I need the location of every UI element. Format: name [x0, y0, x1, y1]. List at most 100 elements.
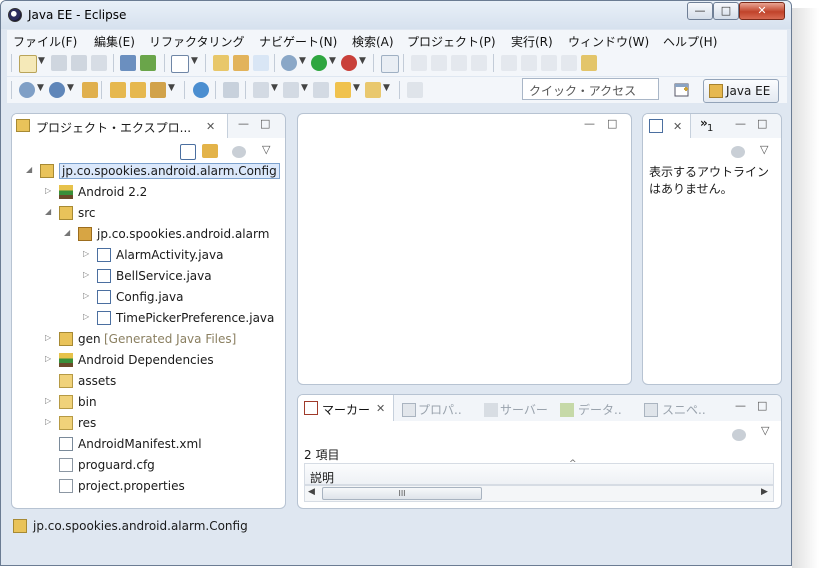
- close-tab-icon[interactable]: ✕: [206, 120, 215, 133]
- new-server-icon[interactable]: [19, 82, 35, 98]
- new-web-service-icon[interactable]: [49, 82, 65, 98]
- view-menu-dots-icon[interactable]: [731, 146, 745, 158]
- publish-icon[interactable]: [120, 55, 136, 71]
- maximize-panel-icon[interactable]: □: [260, 117, 270, 130]
- forward-dropdown-icon[interactable]: ▼: [383, 83, 390, 93]
- search-dropdown-icon[interactable]: ▼: [168, 83, 175, 93]
- external-tools-dropdown-icon[interactable]: ▼: [359, 56, 366, 66]
- step-return-icon[interactable]: [541, 55, 557, 71]
- tree-item[interactable]: ◢ jp.co.spookies.android.alarm: [12, 225, 285, 245]
- tab-snippets[interactable]: スニペ..: [662, 401, 706, 418]
- open-type-icon[interactable]: [82, 82, 98, 98]
- menu-edit[interactable]: 編集(E): [94, 33, 135, 50]
- tree-item[interactable]: ▷ bin: [12, 393, 285, 413]
- tree-collapsed-icon[interactable]: ▷: [83, 291, 89, 300]
- new-server-dropdown-icon[interactable]: ▼: [37, 83, 44, 93]
- view-menu-chevron-icon[interactable]: ▽: [262, 143, 270, 156]
- menu-refactor[interactable]: リファクタリング: [149, 33, 245, 50]
- minimize-button[interactable]: —: [687, 2, 713, 20]
- editor-area[interactable]: — □: [297, 113, 632, 385]
- markers-table-header[interactable]: 説明 ^: [304, 459, 774, 485]
- suspend-icon[interactable]: [431, 55, 447, 71]
- resume-icon[interactable]: [411, 55, 427, 71]
- tree-item[interactable]: ◢ src: [12, 204, 285, 224]
- tab-project-explorer[interactable]: プロジェクト・エクスプロ... ✕: [12, 114, 228, 138]
- previous-annotation-dropdown-icon[interactable]: ▼: [301, 83, 308, 93]
- collapse-all-icon[interactable]: [180, 144, 196, 160]
- close-tab-icon[interactable]: ✕: [673, 120, 682, 133]
- tree-collapsed-icon[interactable]: ▷: [45, 396, 51, 405]
- new-dropdown-icon[interactable]: ▼: [38, 56, 45, 66]
- tree-item[interactable]: ▷ AlarmActivity.java: [12, 246, 285, 266]
- view-menu-chevron-icon[interactable]: ▽: [760, 143, 768, 156]
- run-icon[interactable]: [311, 55, 327, 71]
- debug-icon[interactable]: [281, 55, 297, 71]
- terminate-icon[interactable]: [451, 55, 467, 71]
- print-icon[interactable]: [91, 55, 107, 71]
- tree-item[interactable]: assets: [12, 372, 285, 392]
- tree-collapsed-icon[interactable]: ▷: [45, 186, 51, 195]
- tree-collapsed-icon[interactable]: ▷: [45, 417, 51, 426]
- tree-item[interactable]: ▷ Config.java: [12, 288, 285, 308]
- tree-item[interactable]: project.properties: [12, 477, 285, 497]
- tree-collapsed-icon[interactable]: ▷: [45, 333, 51, 342]
- step-into-icon[interactable]: [501, 55, 517, 71]
- menu-file[interactable]: ファイル(F): [13, 33, 77, 50]
- android-sdk-icon[interactable]: [140, 55, 156, 71]
- minimize-outline-icon[interactable]: —: [735, 117, 746, 130]
- globe-icon[interactable]: [193, 82, 209, 98]
- minimize-panel-icon[interactable]: —: [238, 117, 249, 130]
- menu-help[interactable]: ヘルプ(H): [663, 33, 717, 50]
- menu-navigate[interactable]: ナビゲート(N): [259, 33, 337, 50]
- search-pen-icon[interactable]: [150, 82, 166, 98]
- debug-dropdown-icon[interactable]: ▼: [299, 56, 306, 66]
- skip-breakpoints-icon[interactable]: [381, 55, 399, 73]
- disconnect-icon[interactable]: [471, 55, 487, 71]
- back-dropdown-icon[interactable]: ▼: [353, 83, 360, 93]
- tree-item[interactable]: ▷ Android Dependencies: [12, 351, 285, 371]
- tree-item[interactable]: proguard.cfg: [12, 456, 285, 476]
- tree-item[interactable]: ◢ jp.co.spookies.android.alarm.Config: [12, 162, 285, 182]
- step-over-icon[interactable]: [521, 55, 537, 71]
- next-annotation-icon[interactable]: [253, 82, 269, 98]
- previous-annotation-icon[interactable]: [283, 82, 299, 98]
- tree-expanded-icon[interactable]: ◢: [45, 207, 51, 216]
- tree-collapsed-icon[interactable]: ▷: [83, 270, 89, 279]
- new-project-icon[interactable]: [213, 55, 229, 71]
- horizontal-scrollbar[interactable]: ◀ III ▶: [304, 485, 774, 502]
- menu-project[interactable]: プロジェクト(P): [407, 33, 496, 50]
- tree-collapsed-icon[interactable]: ▷: [83, 249, 89, 258]
- next-annotation-dropdown-icon[interactable]: ▼: [271, 83, 278, 93]
- back-icon[interactable]: [335, 82, 351, 98]
- last-edit-location-icon[interactable]: [313, 82, 329, 98]
- scroll-left-icon[interactable]: ◀: [308, 487, 315, 497]
- tab-outline[interactable]: ✕: [643, 114, 691, 138]
- external-tools-icon[interactable]: [341, 55, 357, 71]
- menu-run[interactable]: 実行(R): [511, 33, 553, 50]
- open-folder-icon[interactable]: [110, 82, 126, 98]
- link-with-editor-icon[interactable]: [202, 144, 218, 158]
- tab-data-source[interactable]: データ..: [578, 401, 622, 418]
- tree-collapsed-icon[interactable]: ▷: [45, 354, 51, 363]
- tree-item[interactable]: AndroidManifest.xml: [12, 435, 285, 455]
- tree-item[interactable]: ▷ Android 2.2: [12, 183, 285, 203]
- new-web-service-dropdown-icon[interactable]: ▼: [67, 83, 74, 93]
- menu-search[interactable]: 検索(A): [352, 33, 394, 50]
- open-resource-icon[interactable]: [130, 82, 146, 98]
- tree-item[interactable]: ▷ gen [Generated Java Files]: [12, 330, 285, 350]
- tree-collapsed-icon[interactable]: ▷: [83, 312, 89, 321]
- view-menu-dots-icon[interactable]: [732, 429, 746, 441]
- run-dropdown-icon[interactable]: ▼: [329, 56, 336, 66]
- new-icon[interactable]: [19, 55, 37, 73]
- forward-icon[interactable]: [365, 82, 381, 98]
- drop-to-frame-icon[interactable]: [561, 55, 577, 71]
- maximize-editor-icon[interactable]: □: [607, 117, 617, 130]
- open-perspective-icon[interactable]: [672, 80, 692, 100]
- close-button[interactable]: ✕: [739, 2, 785, 20]
- scroll-thumb[interactable]: III: [322, 487, 482, 500]
- use-step-filters-icon[interactable]: [581, 55, 597, 71]
- new-interface-icon[interactable]: [253, 55, 269, 71]
- tree-item[interactable]: ▷ TimePickerPreference.java: [12, 309, 285, 329]
- tab-markers[interactable]: マーカー ✕: [298, 395, 394, 421]
- checkbox-task-icon[interactable]: [171, 55, 189, 73]
